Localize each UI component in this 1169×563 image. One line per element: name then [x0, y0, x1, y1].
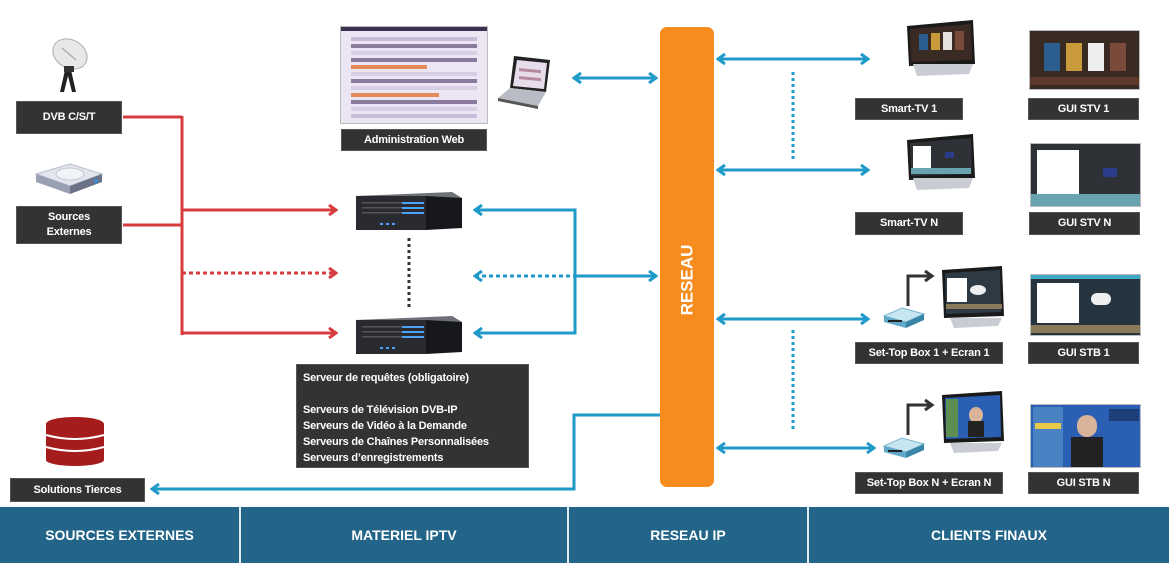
admin-web-label: Administration Web	[341, 129, 487, 151]
set-top-box-icon	[882, 306, 926, 330]
footer-sections: SOURCES EXTERNES MATERIEL IPTV RESEAU IP…	[0, 507, 1169, 563]
network-label: RESEAU	[677, 244, 697, 316]
server-info-item: Serveurs de Vidéo à la Demande	[303, 420, 467, 432]
smart-tv-1-label: Smart-TV 1	[855, 98, 963, 120]
smart-tv-n-label: Smart-TV N	[855, 212, 963, 235]
gui-stv-1-label: GUI STV 1	[1028, 98, 1139, 120]
server-info-box: Serveur de requêtes (obligatoire) Serveu…	[296, 364, 529, 468]
footer-clients-finaux: CLIENTS FINAUX	[931, 527, 1047, 543]
gui-stb-n-screenshot	[1030, 404, 1141, 468]
dvb-label: DVB C/S/T	[16, 101, 122, 134]
hard-drive-icon	[30, 160, 106, 198]
server-info-item: Serveurs d’enregistrements	[303, 452, 444, 464]
network-connections-right	[718, 59, 874, 448]
sources-externes-label: Sources Externes	[16, 206, 122, 244]
stb-1-label: Set-Top Box 1 + Ecran 1	[855, 342, 1003, 364]
server-bus	[475, 208, 577, 335]
database-icon	[44, 416, 106, 466]
server-icon-1	[352, 190, 464, 232]
screen-icon	[940, 391, 1006, 455]
gui-stv-1-screenshot	[1029, 30, 1140, 90]
satellite-dish-icon	[40, 32, 100, 92]
source-connections	[123, 115, 336, 335]
gui-stv-n-screenshot	[1030, 143, 1141, 207]
set-top-box-icon	[882, 436, 926, 460]
server-info-item: Serveurs de Chaînes Personnalisées	[303, 436, 489, 448]
footer-materiel-iptv: MATERIEL IPTV	[241, 507, 569, 563]
server-info-item: Serveurs de Télévision DVB-IP	[303, 404, 458, 416]
gui-stb-n-label: GUI STB N	[1028, 472, 1139, 494]
admin-web-screenshot	[340, 26, 488, 124]
stb-n-label: Set-Top Box N + Ecran N	[855, 472, 1003, 494]
smart-tv-icon	[905, 20, 977, 78]
server-icon-n	[352, 314, 464, 356]
gui-stv-n-label: GUI STV N	[1029, 212, 1140, 235]
footer-reseau-ip: RESEAU IP	[569, 507, 809, 563]
server-info-title: Serveur de requêtes (obligatoire)	[303, 372, 469, 384]
gui-stb-1-screenshot	[1030, 274, 1141, 336]
smart-tv-icon	[905, 134, 977, 192]
solutions-tierces-label: Solutions Tierces	[10, 478, 145, 502]
gui-stb-1-label: GUI STB 1	[1028, 342, 1139, 364]
laptop-icon	[494, 52, 556, 110]
screen-icon	[940, 266, 1006, 330]
footer-sources-externes: SOURCES EXTERNES	[0, 507, 241, 563]
